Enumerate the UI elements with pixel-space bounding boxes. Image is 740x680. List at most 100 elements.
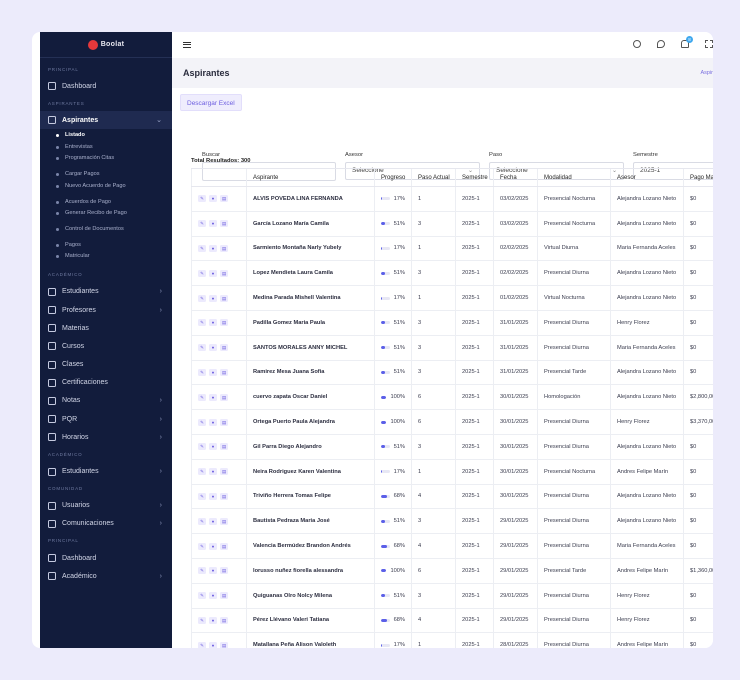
document-icon[interactable]: ▤ (220, 542, 228, 550)
view-icon[interactable]: ● (209, 567, 217, 575)
view-icon[interactable]: ● (209, 492, 217, 500)
view-icon[interactable]: ● (209, 641, 217, 648)
view-icon[interactable]: ● (209, 368, 217, 376)
view-icon[interactable]: ● (209, 443, 217, 451)
document-icon[interactable]: ▤ (220, 393, 228, 401)
column-header-paso-actual[interactable]: Paso Actual (411, 168, 456, 187)
document-icon[interactable]: ▤ (220, 319, 228, 327)
document-icon[interactable]: ▤ (220, 418, 228, 426)
edit-icon[interactable]: ✎ (198, 542, 206, 550)
edit-icon[interactable]: ✎ (198, 443, 206, 451)
logo[interactable]: Boolat (40, 32, 172, 58)
search-icon[interactable] (633, 40, 641, 48)
edit-icon[interactable]: ✎ (198, 269, 206, 277)
moon-icon[interactable] (657, 40, 665, 48)
column-header-semestre[interactable]: Semestre (455, 168, 494, 187)
edit-icon[interactable]: ✎ (198, 468, 206, 476)
submenu-item-pagos[interactable]: Pagos (40, 242, 172, 253)
submenu-item-listado[interactable]: Listado (40, 132, 172, 143)
download-excel-button[interactable]: Descargar Excel (180, 94, 242, 111)
edit-icon[interactable]: ✎ (198, 517, 206, 525)
document-icon[interactable]: ▤ (220, 567, 228, 575)
edit-icon[interactable]: ✎ (198, 244, 206, 252)
sidebar-item-estudiantes[interactable]: Estudiantes › (40, 283, 172, 301)
document-icon[interactable]: ▤ (220, 443, 228, 451)
edit-icon[interactable]: ✎ (198, 418, 206, 426)
table-row[interactable]: ✎ ● ▤ Neira Rodriguez Karen Valentina 17% 1 20… (191, 459, 713, 485)
sidebar-item-estudiantes[interactable]: Estudiantes › (40, 462, 172, 480)
table-row[interactable]: ✎ ● ▤ García Lozano María Camila 51% 3 2025-1 0… (191, 211, 713, 237)
view-icon[interactable]: ● (209, 418, 217, 426)
edit-icon[interactable]: ✎ (198, 393, 206, 401)
document-icon[interactable]: ▤ (220, 220, 228, 228)
sidebar-item-comunicaciones[interactable]: Comunicaciones › (40, 515, 172, 533)
submenu-item-nuevo-acuerdo-de-pago[interactable]: Nuevo Acuerdo de Pago (40, 183, 172, 199)
document-icon[interactable]: ▤ (220, 517, 228, 525)
column-header-aspirante[interactable]: Aspirante (246, 168, 375, 187)
document-icon[interactable]: ▤ (220, 592, 228, 600)
edit-icon[interactable]: ✎ (198, 344, 206, 352)
view-icon[interactable]: ● (209, 269, 217, 277)
edit-icon[interactable]: ✎ (198, 641, 206, 648)
document-icon[interactable]: ▤ (220, 294, 228, 302)
edit-icon[interactable]: ✎ (198, 616, 206, 624)
edit-icon[interactable]: ✎ (198, 220, 206, 228)
edit-icon[interactable]: ✎ (198, 294, 206, 302)
document-icon[interactable]: ▤ (220, 368, 228, 376)
table-row[interactable]: ✎ ● ▤ Medina Parada Mishell Valentina 17% 1 20… (191, 285, 713, 311)
sidebar-item-horarios[interactable]: Horarios › (40, 428, 172, 446)
submenu-item-cargar-pagos[interactable]: Cargar Pagos (40, 171, 172, 182)
view-icon[interactable]: ● (209, 319, 217, 327)
column-header-progreso[interactable]: Progreso (374, 168, 412, 187)
edit-icon[interactable]: ✎ (198, 319, 206, 327)
sidebar-item-pqr[interactable]: PQR › (40, 410, 172, 428)
table-row[interactable]: ✎ ● ▤ Padilla Gomez Maria Paula 51% 3 2025-1 31… (191, 310, 713, 336)
sidebar-item-profesores[interactable]: Profesores › (40, 301, 172, 319)
submenu-item-generar-recibo-de-pago[interactable]: Generar Recibo de Pago (40, 210, 172, 226)
column-header-pago-matricula[interactable]: Pago Matricula (683, 168, 713, 187)
view-icon[interactable]: ● (209, 616, 217, 624)
table-row[interactable]: ✎ ● ▤ Ortega Puerto Paula Alejandra 100% 6 202… (191, 409, 713, 435)
view-icon[interactable]: ● (209, 542, 217, 550)
submenu-item-matricular[interactable]: Matricular (40, 253, 172, 264)
document-icon[interactable]: ▤ (220, 269, 228, 277)
view-icon[interactable]: ● (209, 468, 217, 476)
view-icon[interactable]: ● (209, 344, 217, 352)
column-header-asesor[interactable]: Asesor (610, 168, 684, 187)
sidebar-item-academico[interactable]: Académico › (40, 567, 172, 585)
sidebar-item-dashboard[interactable]: Dashboard (40, 77, 172, 95)
view-icon[interactable]: ● (209, 393, 217, 401)
table-row[interactable]: ✎ ● ▤ Lopez Mendieta Laura Camila 51% 3 2025-1… (191, 260, 713, 287)
sidebar-item-clases[interactable]: Clases (40, 355, 172, 373)
view-icon[interactable]: ● (209, 517, 217, 525)
table-row[interactable]: ✎ ● ▤ Sarmiento Montaña Narly Yubely 17% 1 202… (191, 236, 713, 262)
sidebar-item-usuarios[interactable]: Usuarios › (40, 497, 172, 515)
edit-icon[interactable]: ✎ (198, 368, 206, 376)
table-row[interactable]: ✎ ● ▤ SANTOS MORALES ANNY MICHEL 51% 3 2025-1 3… (191, 335, 713, 361)
document-icon[interactable]: ▤ (220, 492, 228, 500)
document-icon[interactable]: ▤ (220, 641, 228, 648)
fullscreen-icon[interactable] (705, 40, 713, 48)
view-icon[interactable]: ● (209, 195, 217, 203)
edit-icon[interactable]: ✎ (198, 195, 206, 203)
bell-icon[interactable]: 8 (681, 36, 693, 48)
document-icon[interactable]: ▤ (220, 616, 228, 624)
edit-icon[interactable]: ✎ (198, 592, 206, 600)
view-icon[interactable]: ● (209, 294, 217, 302)
column-header-fecha[interactable]: Fecha (493, 168, 538, 187)
document-icon[interactable]: ▤ (220, 468, 228, 476)
sidebar-item-notas[interactable]: Notas › (40, 392, 172, 410)
submenu-item-entrevistas[interactable]: Entrevistas (40, 144, 172, 155)
table-row[interactable]: ✎ ● ▤ Gil Parra Diego Alejandro 51% 3 2025-1 30… (191, 434, 713, 460)
table-row[interactable]: ✎ ● ▤ Bautista Pedraza Maria José 51% 3 2025-1… (191, 508, 713, 535)
table-row[interactable]: ✎ ● ▤ Quiguanas Olro Nolcy Milena 51% 3 2025-1… (191, 583, 713, 609)
document-icon[interactable]: ▤ (220, 344, 228, 352)
document-icon[interactable]: ▤ (220, 244, 228, 252)
table-row[interactable]: ✎ ● ▤ Valencia Bermúdez Brandon Andrés 68% 4 2… (191, 533, 713, 559)
column-header-modalidad[interactable]: Modalidad (537, 168, 611, 187)
table-row[interactable]: ✎ ● ▤ Pérez Llévano Valeri Tatiana 68% 4 2025-… (191, 608, 713, 634)
edit-icon[interactable]: ✎ (198, 492, 206, 500)
view-icon[interactable]: ● (209, 244, 217, 252)
sidebar-item-aspirantes[interactable]: Aspirantes ⌄ (40, 111, 172, 130)
menu-icon[interactable] (183, 42, 191, 48)
